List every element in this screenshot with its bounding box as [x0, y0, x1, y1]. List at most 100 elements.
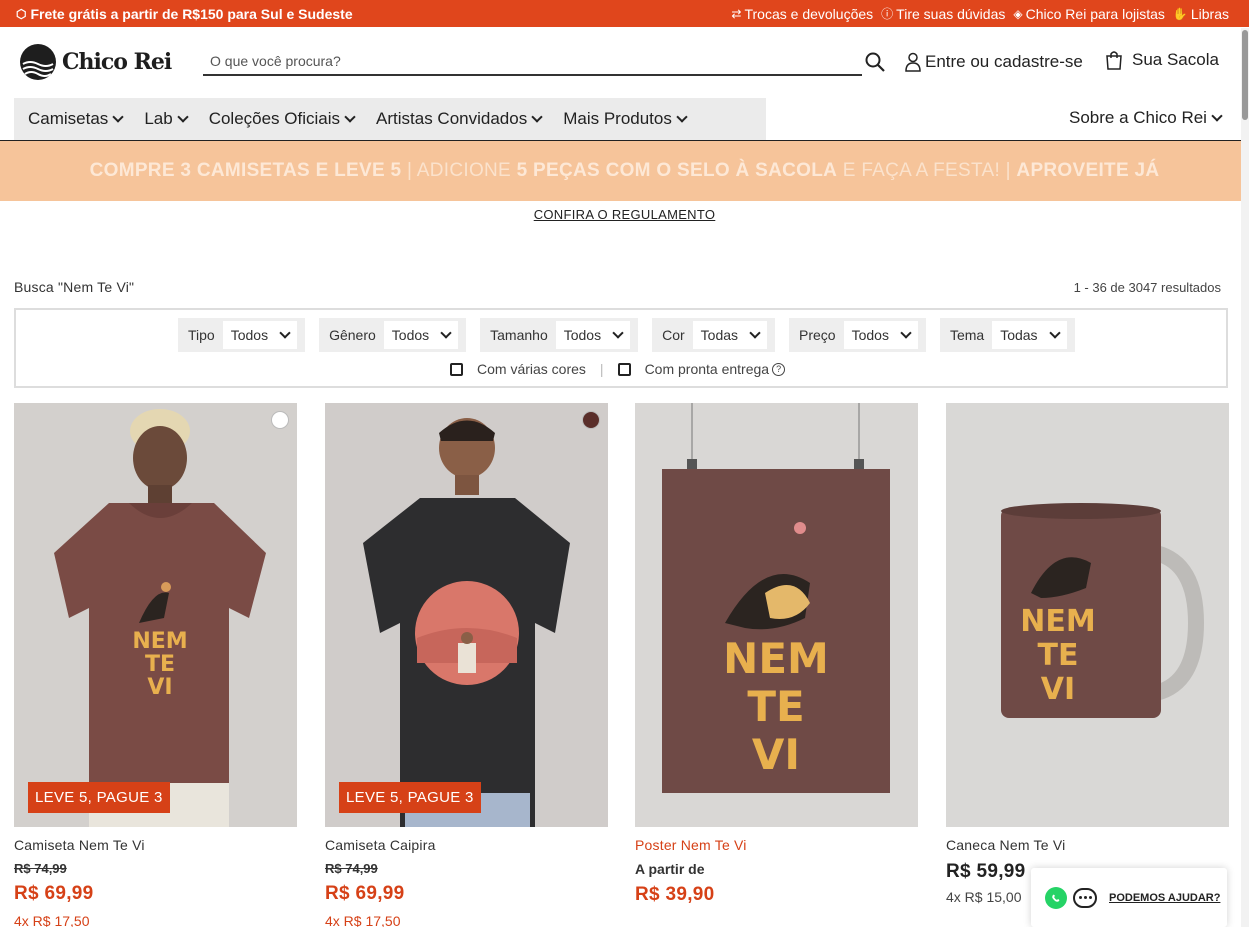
svg-text:VI: VI — [147, 675, 172, 700]
promo-badge: LEVE 5, PAGUE 3 — [339, 782, 481, 813]
link-libras[interactable]: ✋ Libras — [1173, 6, 1229, 22]
search-icon — [865, 52, 885, 72]
chevron-down-icon — [440, 326, 452, 339]
promo-badge: LEVE 5, PAGUE 3 — [28, 782, 170, 813]
product-name[interactable]: Caneca Nem Te Vi — [946, 837, 1229, 853]
product-name[interactable]: Camiseta Nem Te Vi — [14, 837, 297, 853]
promo-part-2: 5 PEÇAS COM O SELO À SACOLA — [516, 160, 838, 181]
chevron-down-icon — [900, 326, 912, 339]
main-nav: Camisetas Lab Coleções Oficiais Artistas… — [14, 98, 766, 140]
store-icon: ◈ — [1013, 6, 1023, 21]
chevron-down-icon — [112, 110, 124, 123]
nav-about[interactable]: Sobre a Chico Rei — [1069, 108, 1223, 128]
page-scrollbar[interactable] — [1241, 28, 1249, 927]
svg-text:NEM: NEM — [132, 629, 187, 654]
price-from: A partir de — [635, 861, 705, 877]
help-chat-label[interactable]: PODEMOS AJUDAR? — [1109, 892, 1220, 904]
shipping-notice: ⬡ Frete grátis a partir de R$150 para Su… — [16, 6, 353, 22]
product-image[interactable]: NEM TE VI — [635, 403, 918, 827]
link-retailers[interactable]: ◈ Chico Rei para lojistas — [1013, 6, 1165, 22]
search-button[interactable] — [865, 52, 887, 74]
ready-label: Com pronta entrega — [644, 361, 770, 377]
svg-text:TE: TE — [1038, 638, 1079, 673]
bag-label: Sua Sacola — [1132, 50, 1219, 69]
chevron-down-icon — [177, 110, 189, 123]
product-card[interactable]: NEM TE VI LEVE 5, PAGUE 3 Camiseta Nem T… — [14, 403, 297, 927]
promo-part-4: APROVEITE JÁ — [1016, 160, 1160, 181]
product-card[interactable]: NEM TE VI Poster Nem Te Vi A partir de R… — [635, 403, 918, 906]
chevron-down-icon — [676, 110, 688, 123]
svg-text:TE: TE — [747, 682, 804, 731]
chevron-down-icon — [749, 326, 761, 339]
exchange-icon: ⇄ — [731, 6, 742, 21]
old-price: R$ 74,99 — [14, 861, 67, 876]
ready-checkbox[interactable] — [617, 362, 631, 376]
product-price: R$ 69,99 — [14, 883, 94, 904]
multi-color-checkbox[interactable] — [450, 362, 463, 376]
shipping-text: Frete grátis a partir de R$150 para Sul … — [30, 5, 353, 22]
product-card[interactable]: LEVE 5, PAGUE 3 Camiseta Caipira R$ 74,9… — [325, 403, 608, 927]
nav-lab[interactable]: Lab — [144, 109, 189, 129]
installment: 4x R$ 17,50 — [325, 913, 401, 927]
help-icon[interactable]: ? — [772, 362, 786, 376]
product-card[interactable]: NEM TE VI Caneca Nem Te Vi R$ 59,99 4x R… — [946, 403, 1229, 905]
color-swatch[interactable] — [582, 411, 600, 429]
promo-sep: | ADICIONE — [401, 160, 517, 181]
chevron-down-icon — [531, 110, 543, 123]
svg-text:VI: VI — [752, 730, 800, 779]
chevron-down-icon — [279, 326, 291, 339]
promo-part-3: E FAÇA A FESTA! | — [837, 160, 1017, 181]
account-label: Entre ou cadastre-se — [925, 52, 1083, 71]
product-name[interactable]: Poster Nem Te Vi — [635, 837, 918, 853]
promo-part-1: COMPRE 3 CAMISETAS E LEVE 5 — [89, 160, 402, 181]
filter-tema[interactable]: Tema Todas — [939, 318, 1075, 352]
chevron-down-icon — [612, 326, 624, 339]
svg-text:NEM: NEM — [723, 634, 829, 683]
model-tshirt-illustration: NEM TE VI — [14, 403, 297, 827]
color-swatch[interactable] — [271, 411, 289, 429]
nav-colecoes[interactable]: Coleções Oficiais — [209, 109, 356, 129]
logo-mark-icon — [20, 44, 56, 80]
product-name[interactable]: Camiseta Caipira — [325, 837, 608, 853]
svg-text:TE: TE — [145, 652, 175, 677]
account-link[interactable]: Entre ou cadastre-se — [905, 52, 1083, 72]
chevron-down-icon — [1048, 326, 1061, 339]
search-input[interactable] — [203, 50, 862, 72]
site-header: Chico Rei Entre ou cadastre-se Sua Sacol… — [0, 28, 1249, 98]
chevron-down-icon — [1211, 109, 1223, 122]
result-count: 1 - 36 de 3047 resultados — [1073, 280, 1221, 295]
link-returns[interactable]: ⇄ Trocas e devoluções — [731, 6, 873, 22]
filter-preco[interactable]: Preço Todos — [789, 318, 926, 352]
bag-link[interactable]: Sua Sacola — [1105, 50, 1219, 70]
svg-text:VI: VI — [1041, 672, 1075, 707]
filters-panel: Tipo Todos Gênero Todos Tamanho Todos Cor To… — [14, 308, 1228, 388]
help-chat-widget[interactable]: PODEMOS AJUDAR? — [1031, 868, 1227, 927]
nav-artistas[interactable]: Artistas Convidados — [376, 109, 543, 129]
nav-camisetas[interactable]: Camisetas — [28, 109, 124, 129]
model-tshirt-illustration — [325, 403, 608, 827]
mug-illustration: NEM TE VI — [946, 403, 1229, 827]
search-label: Busca "Nem Te Vi" — [14, 279, 135, 295]
old-price: R$ 74,99 — [325, 861, 378, 876]
scrollbar-thumb[interactable] — [1242, 30, 1248, 120]
nav-mais-produtos[interactable]: Mais Produtos — [563, 109, 688, 129]
product-price: R$ 69,99 — [325, 883, 405, 904]
rules-link[interactable]: CONFIRA O REGULAMENTO — [0, 207, 1249, 222]
filter-tamanho[interactable]: Tamanho Todos — [480, 318, 639, 352]
chat-icon[interactable] — [1073, 887, 1097, 908]
hand-icon: ✋ — [1172, 6, 1188, 21]
multi-color-label: Com várias cores — [477, 361, 586, 377]
filter-tipo[interactable]: Tipo Todos — [178, 318, 306, 352]
top-promo-bar: ⬡ Frete grátis a partir de R$150 para Su… — [0, 0, 1249, 27]
logo-text: Chico Rei — [62, 49, 172, 75]
logo[interactable]: Chico Rei — [20, 44, 172, 80]
product-image[interactable]: LEVE 5, PAGUE 3 — [325, 403, 608, 827]
filter-cor[interactable]: Cor Todas — [652, 318, 776, 352]
separator: | — [599, 361, 604, 377]
promo-banner[interactable]: COMPRE 3 CAMISETAS E LEVE 5 | ADICIONE 5… — [0, 141, 1249, 201]
product-image[interactable]: NEM TE VI LEVE 5, PAGUE 3 — [14, 403, 297, 827]
whatsapp-icon[interactable] — [1045, 886, 1067, 909]
product-image[interactable]: NEM TE VI — [946, 403, 1229, 827]
link-faq[interactable]: ⓘ Tire suas dúvidas — [881, 5, 1005, 22]
filter-genero[interactable]: Gênero Todos — [319, 318, 467, 352]
